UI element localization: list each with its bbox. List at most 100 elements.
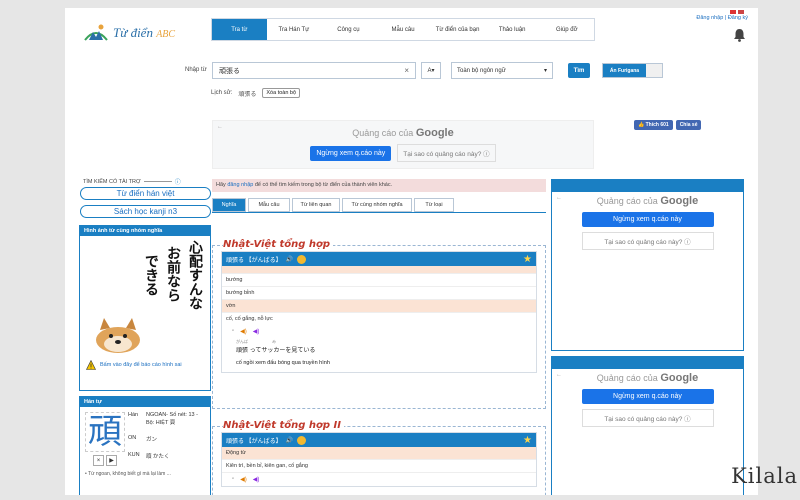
coin-icon[interactable] xyxy=(297,435,307,445)
language-selected: Toàn bộ ngôn ngữ xyxy=(457,67,506,74)
tab-tu-loai[interactable]: Từ loại xyxy=(414,198,454,212)
language-flags[interactable] xyxy=(730,10,744,14)
audio-slow-icon[interactable]: ◀) xyxy=(253,476,260,483)
tab-mau-cau[interactable]: Mẫu câu xyxy=(248,198,290,212)
speaker-icon[interactable]: 🔊 xyxy=(286,256,293,263)
search-label: Nhập từ xyxy=(185,67,207,73)
bullet: ◦ xyxy=(232,328,235,334)
close-icon[interactable]: × xyxy=(93,455,104,466)
play-icon[interactable]: ▶ xyxy=(106,455,117,466)
meaning-row: bướng xyxy=(222,274,536,287)
nav-cong-cu[interactable]: Công cụ xyxy=(321,19,376,40)
dict-section-2: 頑張る 【がんばる】 🔊 ★ Động từ Kiên trì, bền bỉ,… xyxy=(212,426,546,495)
nav-thao-luan[interactable]: Thảo luận xyxy=(484,19,540,40)
tab-tu-cung-nhom-nghia[interactable]: Từ cùng nhóm nghĩa xyxy=(342,198,412,212)
fb-like-button[interactable]: 👍 Thích 601 xyxy=(634,120,673,130)
word-header: 頑張る 【がんばる】 🔊 ★ xyxy=(222,433,536,447)
nav-giup-do[interactable]: Giúp đỡ xyxy=(539,19,595,40)
word-title: 頑張る 【がんばる】 xyxy=(226,438,282,445)
shiba-dog-icon xyxy=(96,318,140,353)
kanji-stroke-image[interactable]: 頑 xyxy=(85,412,125,452)
bullet: ◦ xyxy=(232,476,235,482)
nav-tu-dien-cua-ban[interactable]: Từ điển của bạn xyxy=(430,19,485,40)
search-input[interactable]: 頑張る × xyxy=(212,62,416,79)
example-furigana: がんば み xyxy=(236,339,276,344)
stop-ad-button[interactable]: Ngừng xem q.cáo này xyxy=(310,145,392,161)
stop-ad-button[interactable]: Ngừng xem q.cáo này xyxy=(581,211,714,227)
flag-icon[interactable] xyxy=(730,10,736,14)
furigana-toggle[interactable]: Ẩn Furigana xyxy=(602,63,663,78)
login-link-notice[interactable]: đăng nhập xyxy=(227,182,253,188)
meaning-row: Kiên trì, bền bỉ, kiên gan, cố gắng xyxy=(222,460,536,473)
ad-content: ← Quảng cáo của Google Ngừng xem q.cáo n… xyxy=(552,369,743,429)
search-button[interactable]: Tìm xyxy=(568,63,590,78)
warning-icon xyxy=(86,360,96,370)
watermark-logo: Kilala xyxy=(731,464,798,488)
flag-icon[interactable] xyxy=(738,10,744,14)
stop-ad-button[interactable]: Ngừng xem q.cáo này xyxy=(581,388,714,404)
coin-icon[interactable] xyxy=(297,254,307,264)
meaning-row: cố, cố gắng, nỗ lực xyxy=(226,316,273,322)
back-arrow-icon[interactable]: ← xyxy=(217,124,223,130)
report-image-link[interactable]: Bấm vào đây để báo cáo hình sai xyxy=(80,356,210,374)
why-ad-link[interactable]: Tại sao có quảng cáo này? ⓘ xyxy=(397,144,496,162)
ad-heading: Quảng cáo của Google xyxy=(352,127,454,139)
meaning-row: vờn xyxy=(222,300,536,313)
image-panel: Hình ảnh từ cùng nhóm nghĩa 心配すんな お前なら で… xyxy=(79,225,211,391)
back-arrow-icon[interactable]: ← xyxy=(556,372,562,378)
han-value: NGOAN- Số nét: 13 - Bộ: HIỆT 頁 xyxy=(146,412,198,426)
han-label: Hán xyxy=(128,412,139,418)
audio-icon[interactable]: ◀) xyxy=(240,476,247,483)
word-header: 頑張る 【がんばる】 🔊 ★ xyxy=(222,252,536,266)
star-icon[interactable]: ★ xyxy=(523,254,532,265)
star-icon[interactable]: ★ xyxy=(523,435,532,446)
sponsored-link-han-viet[interactable]: Từ điển hán việt xyxy=(80,187,211,200)
clear-history-button[interactable]: Xóa toàn bộ xyxy=(262,88,301,98)
site-logo[interactable]: Từ điển ABC xyxy=(83,20,193,46)
kun-value: 頑 かたく xyxy=(146,454,170,460)
audio-icon[interactable]: ◀) xyxy=(240,328,247,335)
hantu-panel-title: Hán tự xyxy=(80,397,210,407)
furigana-toggle-label: Ẩn Furigana xyxy=(603,64,646,77)
fb-share-button[interactable]: Chia sẻ xyxy=(675,120,702,130)
tabs-underline xyxy=(212,212,546,213)
nav-tra-tu[interactable]: Tra từ xyxy=(212,19,267,40)
ad-heading: Quảng cáo của Google xyxy=(596,371,699,384)
word-card-2: 頑張る 【がんばる】 🔊 ★ Động từ Kiên trì, bền bỉ,… xyxy=(221,432,537,487)
sponsored-link-kanji[interactable]: Sách học kanji n3 xyxy=(80,205,211,218)
calligraphy-image[interactable]: 心配すんな お前なら できる xyxy=(80,236,210,356)
toggle-knob[interactable] xyxy=(646,64,662,77)
sponsored-title: TÌM KIẾM CÓ TÀI TRỢ ⓘ xyxy=(83,177,181,187)
why-ad-link[interactable]: Tại sao có quảng cáo này? ⓘ xyxy=(581,408,714,427)
ad-heading: Quảng cáo của Google xyxy=(596,194,699,207)
why-ad-link[interactable]: Tại sao có quảng cáo này? ⓘ xyxy=(581,231,714,250)
hantu-more-text: • Từ ngoan, không biết gì mà lại làm ... xyxy=(85,471,171,477)
nav-tra-han-tu[interactable]: Tra Hán Tự xyxy=(266,19,322,40)
on-value: ガン xyxy=(146,437,158,443)
register-link[interactable]: Đăng ký xyxy=(728,15,748,21)
font-size-button[interactable]: A▾ xyxy=(421,62,441,79)
logo-mountain-icon xyxy=(84,24,108,41)
on-label: ON xyxy=(128,435,137,441)
calligraphy-line: 心配すんな xyxy=(187,240,203,310)
clear-icon[interactable]: × xyxy=(404,66,409,75)
nav-mau-cau[interactable]: Mẫu câu xyxy=(375,19,431,40)
info-icon[interactable]: ⓘ xyxy=(175,177,181,186)
ad-box-right-2: ← Quảng cáo của Google Ngừng xem q.cáo n… xyxy=(551,356,744,495)
tab-nghia[interactable]: Nghĩa xyxy=(212,198,246,212)
ad-box-bar xyxy=(552,180,743,192)
login-link[interactable]: Đăng nhập xyxy=(696,15,723,21)
speaker-icon[interactable]: 🔊 xyxy=(286,437,293,444)
login-notice: Hãy đăng nhập để có thể tìm kiếm trong b… xyxy=(212,179,546,192)
kun-label: KUN xyxy=(128,452,140,458)
tab-tu-lien-quan[interactable]: Từ liên quan xyxy=(292,198,340,212)
language-select[interactable]: Toàn bộ ngôn ngữ ▾ xyxy=(451,62,553,79)
audio-slow-icon[interactable]: ◀) xyxy=(253,328,260,335)
logo-text: Từ điển ABC xyxy=(113,25,176,40)
history-item[interactable]: 頑張る xyxy=(238,89,256,98)
example-sentence: がんば み 頑張 ってサッカーを見ている xyxy=(222,338,536,355)
bell-icon[interactable] xyxy=(733,28,746,42)
auth-links: Đăng nhập | Đăng ký xyxy=(696,15,748,21)
back-arrow-icon[interactable]: ← xyxy=(556,195,562,201)
ad-box-bar xyxy=(552,357,743,369)
